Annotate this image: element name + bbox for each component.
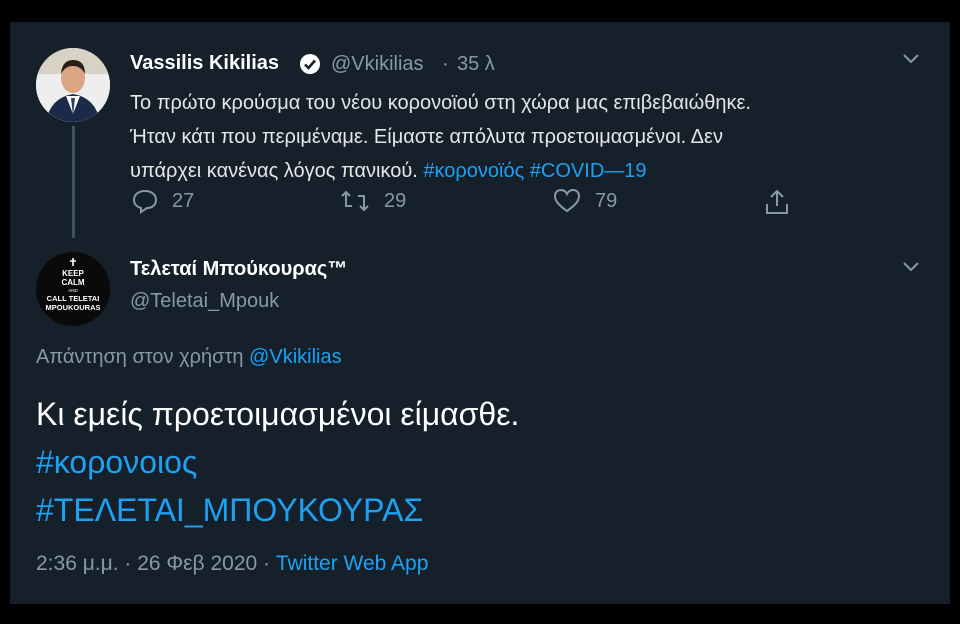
reply-action[interactable]: 27 (132, 188, 194, 214)
tweet-time[interactable]: 35 λ (457, 53, 495, 76)
verified-badge-icon (299, 53, 321, 75)
replying-to-line: Απάντηση στον χρήστη @Vkikilias (36, 346, 342, 369)
author-name[interactable]: Vassilis Kikilias (130, 52, 279, 75)
author-handle[interactable]: @Vkikilias (331, 53, 424, 76)
share-action[interactable] (764, 188, 790, 216)
heart-icon (553, 188, 581, 214)
avatar-text: MPOUKOURAS (45, 303, 100, 312)
replying-to-handle-link[interactable]: @Vkikilias (249, 346, 342, 368)
reply-body: Κι εμείς προετοιμασμένοι είμασθε. #κορον… (36, 390, 519, 534)
tweet-body: Το πρώτο κρούσμα του νέου κορονοϊού στη … (130, 86, 910, 188)
tweet-line-3-text: υπάρχει κανένας λόγος πανικού. (130, 160, 418, 182)
like-count: 79 (595, 189, 618, 212)
chevron-down-icon[interactable] (901, 260, 921, 274)
avatar-text: KEEP (62, 269, 84, 278)
reply-author-name[interactable]: Τελεταί Μπούκουρας™ (130, 258, 347, 281)
reply-icon (132, 188, 158, 214)
keep-calm-poster-icon: KEEP CALM AND CALL TELETAI MPOUKOURAS (36, 252, 110, 326)
replying-to-label: Απάντηση στον χρήστη (36, 346, 244, 368)
tweet-line-1: Το πρώτο κρούσμα του νέου κορονοϊού στη … (130, 92, 751, 114)
hashtag-link[interactable]: #κορονοϊός (423, 160, 524, 182)
hashtag-link[interactable]: #ΤΕΛΕΤΑΙ_ΜΠΟΥΚΟΥΡΑΣ (36, 486, 519, 534)
chevron-down-icon[interactable] (901, 52, 921, 66)
hashtag-link[interactable]: #COVID—19 (530, 160, 647, 182)
reply-count: 27 (172, 189, 195, 212)
person-photo-icon (36, 48, 110, 122)
share-icon (764, 188, 790, 216)
retweet-count: 29 (384, 189, 407, 212)
retweet-icon (340, 188, 370, 214)
like-action[interactable]: 79 (553, 188, 617, 214)
avatar-text: AND (68, 288, 78, 293)
avatar-text: CALL TELETAI (47, 294, 100, 303)
tweet-timestamp[interactable]: 2:36 μ.μ. · 26 Φεβ 2020 · (36, 552, 270, 575)
tweet-footer: 2:36 μ.μ. · 26 Φεβ 2020 · Twitter Web Ap… (36, 552, 428, 576)
tweet-line-3: υπάρχει κανένας λόγος πανικού. #κορονοϊό… (130, 154, 910, 188)
tweet-line-2: Ήταν κάτι που περιμέναμε. Είμαστε απόλυτ… (130, 126, 723, 148)
separator-dot: · (442, 53, 449, 75)
teletai-avatar[interactable]: KEEP CALM AND CALL TELETAI MPOUKOURAS (36, 252, 110, 326)
kikilias-avatar[interactable] (36, 48, 110, 122)
reply-main-text: Κι εμείς προετοιμασμένοι είμασθε. (36, 396, 520, 432)
reply-author-handle[interactable]: @Teletai_Mpouk (130, 290, 279, 313)
thread-connector-line (72, 126, 75, 238)
tweet-source-link[interactable]: Twitter Web App (276, 552, 429, 575)
avatar-text: CALM (61, 278, 84, 287)
retweet-action[interactable]: 29 (340, 188, 406, 214)
hashtag-link[interactable]: #κορονοιος (36, 438, 519, 486)
